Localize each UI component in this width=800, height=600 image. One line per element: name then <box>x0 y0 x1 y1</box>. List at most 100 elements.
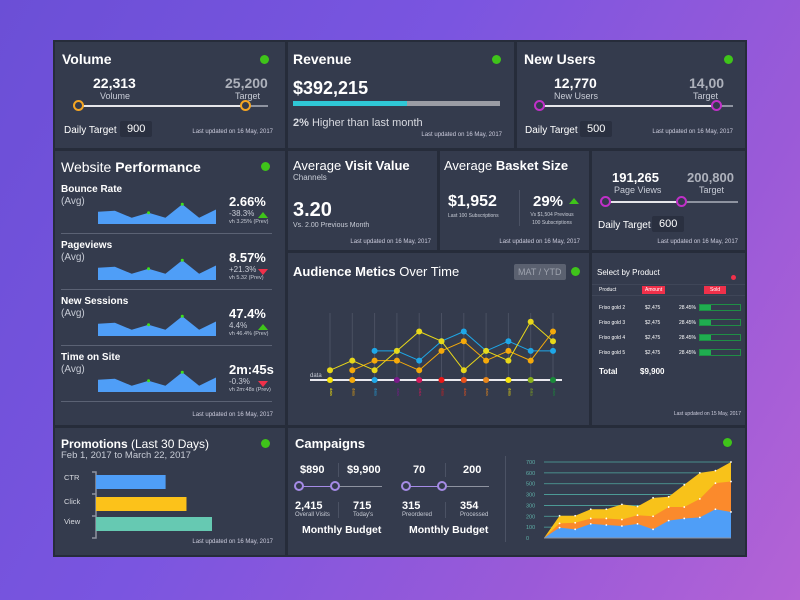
last-updated: Last updated on 16 May, 2017 <box>657 239 738 245</box>
data-point[interactable] <box>460 338 467 345</box>
metric-prev: vh 5.32 (Prev) <box>229 275 264 281</box>
sparkline-area <box>98 204 216 224</box>
category-dot <box>527 377 534 383</box>
data-point[interactable] <box>371 347 378 354</box>
data-point[interactable] <box>416 328 423 335</box>
tick-label: data <box>530 388 535 397</box>
bar[interactable] <box>96 517 212 531</box>
status-dot <box>731 275 736 280</box>
metric-value: 2m:45s <box>229 362 274 377</box>
header-amount[interactable]: Amount <box>642 286 666 294</box>
title-bold: Basket Size <box>495 158 569 173</box>
volume-range-slider[interactable] <box>73 100 268 111</box>
product-row[interactable]: Friso gold 5 $2,475 28.45% <box>592 349 745 362</box>
data-point <box>558 526 561 529</box>
category-dot <box>393 377 400 383</box>
product-card: Select by Product Product Amount Sold Fr… <box>592 253 745 425</box>
data-point <box>574 528 577 531</box>
data-point <box>714 508 717 511</box>
data-point[interactable] <box>460 367 467 374</box>
bracket <box>92 471 97 539</box>
data-point <box>589 517 592 520</box>
data-point <box>621 503 623 506</box>
data-point[interactable] <box>527 318 534 325</box>
data-point[interactable] <box>505 338 512 345</box>
target-value: 25,200 <box>225 75 268 91</box>
bar[interactable] <box>96 497 187 511</box>
data-point <box>621 518 623 521</box>
data-point <box>698 498 701 500</box>
data-point[interactable] <box>416 367 423 374</box>
data-point[interactable] <box>460 328 467 335</box>
page-views-range-slider[interactable] <box>600 196 738 207</box>
product-sold: 28.45% <box>679 320 696 326</box>
new-users-card: New Users 12,770 New Users 14,00 Target … <box>517 42 745 148</box>
tick-label: data <box>396 388 401 397</box>
data-point <box>683 517 686 520</box>
category-label: Click <box>64 497 80 506</box>
sparkline <box>98 202 216 224</box>
data-point <box>730 461 732 463</box>
data-point[interactable] <box>550 328 556 335</box>
data-point <box>558 514 561 517</box>
last-updated: Last updated on 16 May, 2017 <box>192 412 273 418</box>
data-point[interactable] <box>550 347 556 354</box>
basket-percent: 29% <box>533 193 564 210</box>
data-point[interactable] <box>327 367 333 374</box>
product-amount: $2,475 <box>645 320 661 326</box>
product-row[interactable]: Friso gold 3 $2,475 28.45% <box>592 319 745 332</box>
data-point[interactable] <box>527 357 534 364</box>
metric-change: +21.3% <box>229 265 257 274</box>
sparkline-point <box>180 202 184 206</box>
data-point[interactable] <box>505 357 512 364</box>
metric-value: 47.4% <box>229 306 266 321</box>
metric-sub: (Avg) <box>61 308 85 319</box>
page-views-card: 191,265 Page Views 200,800 Target Daily … <box>592 151 745 250</box>
visit-value-card: Average Visit Value Channels 3.20 Vs. 2.… <box>288 151 437 250</box>
data-point <box>667 519 670 522</box>
data-point <box>683 483 686 486</box>
data-point[interactable] <box>505 347 512 354</box>
sparkline-area <box>98 316 216 336</box>
data-point[interactable] <box>527 347 534 354</box>
divider <box>61 289 272 290</box>
data-point[interactable] <box>483 357 490 364</box>
data-point <box>574 514 577 517</box>
data-point[interactable] <box>371 357 378 364</box>
data-point[interactable] <box>550 338 556 345</box>
product-sold: 28.45% <box>679 335 696 341</box>
change-percent: 2% <box>293 117 309 129</box>
category-dot <box>416 377 423 383</box>
bar[interactable] <box>96 475 166 489</box>
product-row[interactable]: Friso gold 4 $2,475 28.45% <box>592 334 745 347</box>
total-value: $9,900 <box>640 367 665 376</box>
divider <box>61 401 272 402</box>
volume-value: 22,313 <box>93 75 136 91</box>
data-point <box>730 511 732 513</box>
header-sold[interactable]: Sold <box>704 286 727 294</box>
target-value: 200,800 <box>687 170 734 185</box>
basket-value-label: Last 100 Subscriptions <box>448 213 499 219</box>
data-point <box>621 525 623 527</box>
data-point[interactable] <box>483 347 490 354</box>
y-tick-label: 300 <box>526 493 535 499</box>
subtitle: Channels <box>293 173 327 182</box>
new-users-range-slider[interactable] <box>534 100 733 111</box>
metric-name: Bounce Rate <box>61 184 123 195</box>
data-point[interactable] <box>438 347 445 354</box>
data-point[interactable] <box>416 357 423 364</box>
metric-name: New Sessions <box>61 296 129 307</box>
data-point[interactable] <box>438 338 445 345</box>
daily-target-label: Daily Target <box>598 220 651 231</box>
sparkline-area <box>98 260 216 280</box>
data-point[interactable] <box>349 357 356 364</box>
data-point <box>636 522 639 525</box>
tick-label: data <box>374 388 379 397</box>
card-title: New Users <box>524 51 596 67</box>
data-point[interactable] <box>393 357 400 364</box>
data-point[interactable] <box>349 367 356 374</box>
product-row[interactable]: Friso gold 2 $2,475 28.45% <box>592 304 745 317</box>
data-point[interactable] <box>393 347 400 354</box>
data-point[interactable] <box>371 367 378 374</box>
metric-prev: vh 3.25% (Prev) <box>229 219 269 225</box>
